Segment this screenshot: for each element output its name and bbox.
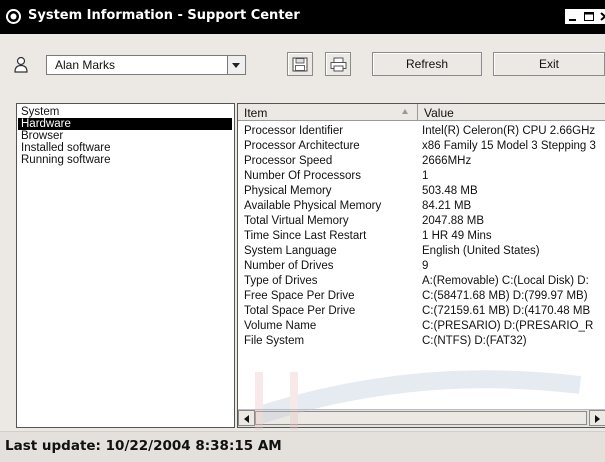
row-value: 2047.88 MB	[422, 215, 485, 227]
row-value: Intel(R) Celeron(R) CPU 2.66GHz	[422, 125, 596, 137]
user-select[interactable]: Alan Marks	[46, 55, 246, 75]
row-item: Available Physical Memory	[244, 200, 382, 212]
horizontal-scrollbar[interactable]	[238, 409, 605, 427]
table-row[interactable]: Processor Identifier Intel(R) Celeron(R) …	[238, 124, 605, 139]
status-bar: Last update: 10/22/2004 8:38:15 AM	[0, 431, 605, 462]
table-row[interactable]: Time Since Last Restart 1 HR 49 Mins	[238, 229, 605, 244]
title-bar[interactable]: System Information - Support Center	[0, 0, 605, 34]
exit-button[interactable]: Exit	[493, 52, 605, 76]
row-value: x86 Family 15 Model 3 Stepping 3	[422, 140, 596, 152]
row-value: C:(PRESARIO) D:(PRESARIO_R	[422, 320, 594, 332]
table-row[interactable]: Total Space Per Drive C:(72159.61 MB) D:(…	[238, 304, 605, 319]
window-title: System Information - Support Center	[28, 8, 300, 23]
table-row[interactable]: Available Physical Memory 84.21 MB	[238, 199, 605, 214]
scrollbar-thumb[interactable]	[255, 411, 587, 425]
table-row[interactable]: Volume Name C:(PRESARIO) D:(PRESARIO_R	[238, 319, 605, 334]
category-item-system[interactable]: System	[18, 106, 232, 118]
row-value: C:(72159.61 MB) D:(4170.48 MB	[422, 305, 591, 317]
category-item-running-software[interactable]: Running software	[18, 154, 232, 166]
table-row[interactable]: Type of Drives A:(Removable) C:(Local Dis…	[238, 274, 605, 289]
scroll-right-button[interactable]	[589, 410, 605, 426]
sort-ascending-icon	[402, 109, 408, 114]
details-table[interactable]: Item Value Processor Identifier Intel(R) …	[237, 103, 605, 428]
last-update-text: Last update: 10/22/2004 8:38:15 AM	[5, 438, 282, 454]
row-value: 9	[422, 260, 429, 272]
row-value: 503.48 MB	[422, 185, 478, 197]
row-item: Number of Drives	[244, 260, 334, 272]
arrow-right-icon	[595, 415, 600, 423]
row-item: Time Since Last Restart	[244, 230, 367, 242]
column-header-value-label: Value	[424, 106, 454, 120]
minimize-icon	[569, 19, 576, 21]
table-row[interactable]: Processor Architecture x86 Family 15 Mode…	[238, 139, 605, 154]
maximize-icon	[584, 12, 594, 21]
refresh-button[interactable]: Refresh	[372, 52, 482, 76]
table-row[interactable]: Physical Memory 503.48 MB	[238, 184, 605, 199]
row-item: Processor Identifier	[244, 125, 344, 137]
table-body: Processor Identifier Intel(R) Celeron(R) …	[238, 124, 605, 349]
printer-icon	[330, 57, 347, 72]
arrow-left-icon	[244, 415, 249, 423]
row-value: C:(NTFS) D:(FAT32)	[422, 335, 527, 347]
minimize-button[interactable]	[565, 9, 581, 24]
chevron-down-icon	[232, 63, 240, 68]
row-item: Type of Drives	[244, 275, 318, 287]
floppy-disk-icon	[292, 57, 308, 72]
table-header: Item Value	[238, 104, 605, 121]
row-value: English (United States)	[422, 245, 540, 257]
row-value: C:(58471.68 MB) D:(799.97 MB)	[422, 290, 588, 302]
app-icon	[6, 9, 21, 24]
save-button[interactable]	[287, 52, 313, 76]
column-header-item-label: Item	[244, 106, 268, 120]
row-item: Free Space Per Drive	[244, 290, 355, 302]
category-item-installed-software[interactable]: Installed software	[18, 142, 232, 154]
maximize-button[interactable]	[581, 9, 597, 24]
table-row[interactable]: Processor Speed 2666MHz	[238, 154, 605, 169]
row-value: 1	[422, 170, 429, 182]
row-value: 84.21 MB	[422, 200, 472, 212]
row-item: Processor Speed	[244, 155, 333, 167]
category-item-browser[interactable]: Browser	[18, 130, 232, 142]
user-select-dropdown-button[interactable]	[227, 56, 245, 74]
user-select-value: Alan Marks	[55, 58, 116, 72]
row-item: File System	[244, 335, 305, 347]
table-row[interactable]: Free Space Per Drive C:(58471.68 MB) D:(7…	[238, 289, 605, 304]
row-item: Number Of Processors	[244, 170, 361, 182]
row-item: System Language	[244, 245, 337, 257]
user-icon	[14, 56, 28, 73]
table-row[interactable]: Number Of Processors 1	[238, 169, 605, 184]
table-row[interactable]: System Language English (United States)	[238, 244, 605, 259]
scroll-left-button[interactable]	[238, 410, 255, 426]
row-value: A:(Removable) C:(Local Disk) D:	[422, 275, 589, 287]
app-window: System Information - Support Center Alan…	[0, 0, 605, 462]
print-button[interactable]	[325, 52, 351, 76]
row-item: Total Virtual Memory	[244, 215, 349, 227]
table-row[interactable]: Number of Drives 9	[238, 259, 605, 274]
category-item-hardware[interactable]: Hardware	[18, 118, 232, 130]
row-value: 2666MHz	[422, 155, 472, 167]
close-button[interactable]	[597, 9, 605, 24]
table-row[interactable]: Total Virtual Memory 2047.88 MB	[238, 214, 605, 229]
row-item: Total Space Per Drive	[244, 305, 356, 317]
table-row[interactable]: File System C:(NTFS) D:(FAT32)	[238, 334, 605, 349]
row-value: 1 HR 49 Mins	[422, 230, 492, 242]
close-icon	[600, 12, 605, 21]
row-item: Physical Memory	[244, 185, 332, 197]
row-item: Processor Architecture	[244, 140, 360, 152]
column-header-item[interactable]: Item	[238, 104, 418, 120]
row-item: Volume Name	[244, 320, 317, 332]
category-list[interactable]: System Hardware Browser Installed softwa…	[16, 103, 235, 428]
